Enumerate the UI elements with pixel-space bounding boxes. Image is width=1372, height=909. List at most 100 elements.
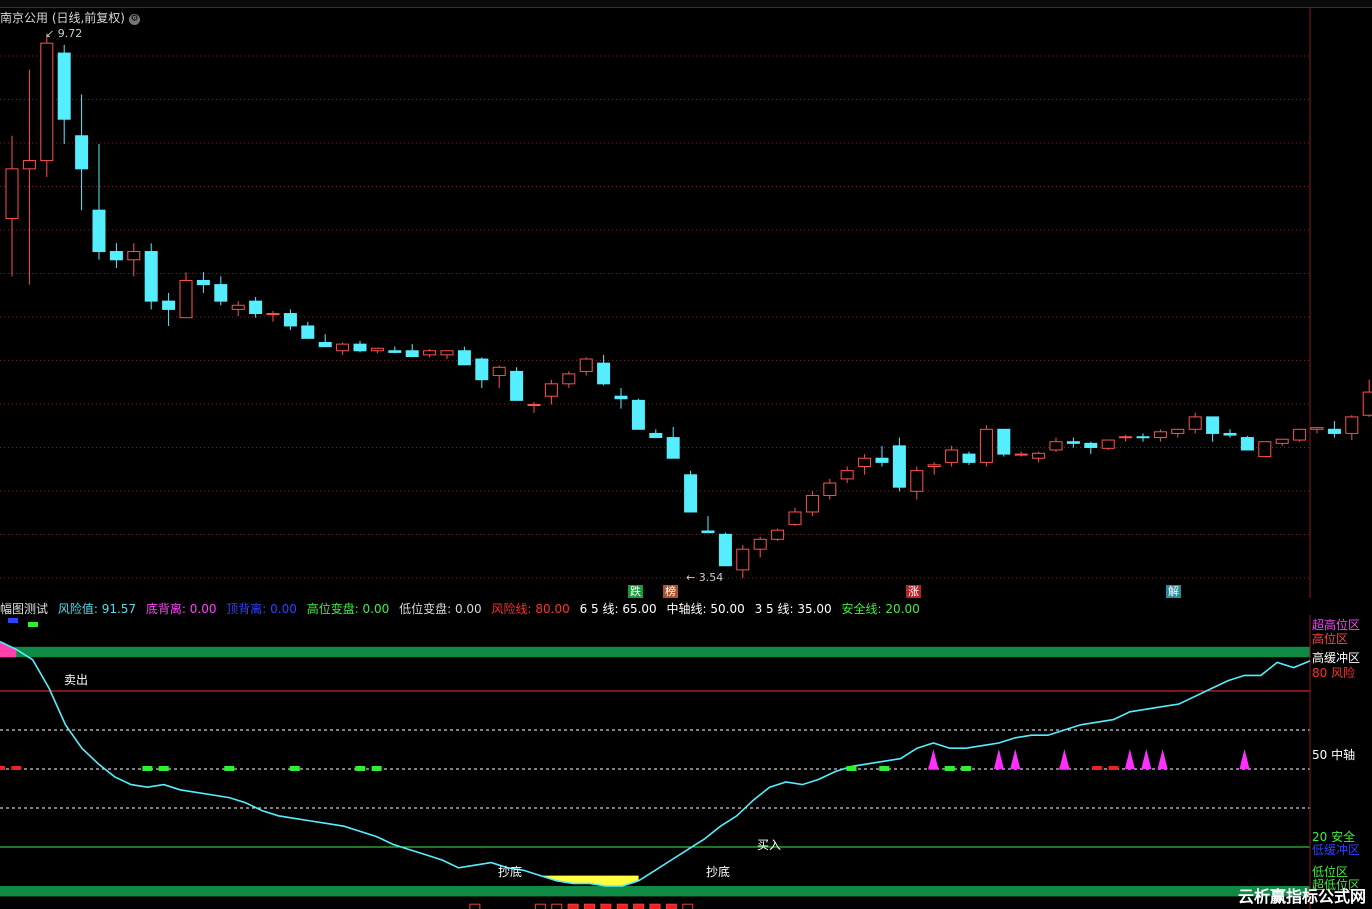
green-signal bbox=[224, 766, 235, 771]
candle-body bbox=[5, 168, 19, 219]
candle-body bbox=[162, 300, 176, 310]
candle-body bbox=[1066, 441, 1080, 444]
candle-body bbox=[1362, 391, 1372, 416]
bottom-signal-box bbox=[551, 903, 563, 909]
marker-jie: 解 bbox=[1166, 585, 1181, 598]
green-signal bbox=[961, 766, 972, 771]
candle-body bbox=[945, 449, 959, 463]
candle-body bbox=[579, 358, 593, 372]
indicator-name: 幅图测试 bbox=[0, 602, 49, 616]
settings-gear-icon[interactable]: ⚙ bbox=[129, 14, 140, 25]
candle-body bbox=[597, 362, 611, 385]
bottom-signal-box bbox=[534, 903, 546, 909]
red-signal bbox=[11, 766, 22, 770]
candle-body bbox=[684, 474, 698, 513]
axis-line: 中轴线: 50.00 bbox=[666, 602, 745, 616]
magenta-triangle bbox=[1124, 749, 1135, 769]
magenta-triangle bbox=[1010, 749, 1021, 769]
candle-body bbox=[75, 135, 89, 170]
candle-body bbox=[527, 403, 541, 406]
blue-signal bbox=[8, 618, 18, 623]
top-fill bbox=[0, 641, 17, 658]
buy-annotation: 买入 bbox=[757, 838, 782, 852]
candle-body bbox=[1223, 432, 1237, 436]
candle-body bbox=[1206, 416, 1220, 434]
marker-bang: 榜 bbox=[663, 585, 678, 598]
candle-body bbox=[997, 428, 1011, 455]
low-zone-band bbox=[0, 886, 1310, 897]
candle-body bbox=[614, 395, 628, 400]
line-35: 3 5 线: 35.00 bbox=[754, 602, 832, 616]
candle-body bbox=[962, 453, 976, 463]
green-signal bbox=[371, 766, 382, 771]
magenta-triangle bbox=[1141, 749, 1152, 769]
candle-body bbox=[1153, 431, 1167, 439]
red-signal bbox=[1108, 766, 1119, 770]
candle-body bbox=[788, 511, 802, 525]
candle-body bbox=[196, 279, 210, 286]
candle-body bbox=[214, 284, 228, 302]
candle-body bbox=[1171, 428, 1185, 434]
candle-body bbox=[492, 366, 506, 377]
bottom-signal-box bbox=[649, 903, 661, 909]
candle-body bbox=[127, 251, 141, 261]
marker-zhang: 涨 bbox=[906, 585, 921, 598]
candle-body bbox=[718, 533, 732, 567]
candle-body bbox=[1240, 437, 1254, 451]
candle-body bbox=[405, 350, 419, 358]
zone-low-buffer: 低缓冲区 bbox=[1312, 843, 1361, 857]
bottom-divergence: 底背离: 0.00 bbox=[145, 602, 217, 616]
candle-body bbox=[910, 470, 924, 492]
candle-body bbox=[301, 325, 315, 339]
risk-line: 风险线: 80.00 bbox=[491, 602, 570, 616]
candle-body bbox=[440, 350, 454, 356]
green-signal bbox=[142, 766, 153, 771]
bottom-signal-box bbox=[600, 903, 612, 909]
zone-axis-50: 50 中轴 bbox=[1312, 748, 1356, 762]
bottom-signal-box bbox=[616, 903, 628, 909]
magenta-triangle bbox=[928, 749, 939, 769]
candle-body bbox=[231, 304, 245, 310]
security-title: 南京公用 (日线,前复权) bbox=[0, 11, 125, 25]
green-signal bbox=[289, 766, 300, 771]
candle-body bbox=[1345, 416, 1359, 434]
magenta-triangle bbox=[1059, 749, 1070, 769]
bottom-signal-box bbox=[633, 903, 645, 909]
candle-body bbox=[892, 445, 906, 488]
candle-body bbox=[249, 300, 263, 315]
candle-body bbox=[1119, 436, 1133, 439]
candle-body bbox=[1084, 442, 1098, 448]
candle-body bbox=[109, 251, 123, 261]
candle-body bbox=[805, 494, 819, 513]
candle-body bbox=[144, 251, 158, 302]
magenta-triangle bbox=[1157, 749, 1168, 769]
line-65: 6 5 线: 65.00 bbox=[579, 602, 657, 616]
low-change: 低位变盘: 0.00 bbox=[399, 602, 482, 616]
candle-body bbox=[666, 437, 680, 459]
candle-body bbox=[22, 160, 36, 170]
top-divergence: 顶背离: 0.00 bbox=[226, 602, 297, 616]
green-signal bbox=[158, 766, 169, 771]
green-signal bbox=[944, 766, 955, 771]
watermark: 云析赢指标公式网 bbox=[1237, 887, 1366, 906]
magenta-triangle bbox=[993, 749, 1004, 769]
high-change: 高位变盘: 0.00 bbox=[306, 602, 390, 616]
candle-body bbox=[1188, 416, 1202, 430]
bottom-annotation-1: 抄底 bbox=[498, 865, 523, 879]
candle-body bbox=[1014, 453, 1028, 456]
high-zone-band bbox=[0, 646, 1310, 658]
low-price-label: ← 3.54 bbox=[686, 571, 724, 584]
candle-body bbox=[179, 279, 193, 319]
red-signal bbox=[1092, 766, 1103, 770]
candle-body bbox=[336, 343, 350, 352]
candle-body bbox=[979, 428, 993, 463]
candle-body bbox=[1310, 427, 1324, 430]
candle-body bbox=[875, 457, 889, 463]
high-price-label: ↙ 9.72 bbox=[45, 27, 83, 40]
candle-body bbox=[457, 350, 471, 366]
candle-body bbox=[631, 399, 645, 430]
bottom-signal-box bbox=[665, 903, 677, 909]
candle-body bbox=[1032, 452, 1046, 459]
candle-body bbox=[1101, 439, 1115, 449]
candle-body bbox=[92, 209, 106, 253]
